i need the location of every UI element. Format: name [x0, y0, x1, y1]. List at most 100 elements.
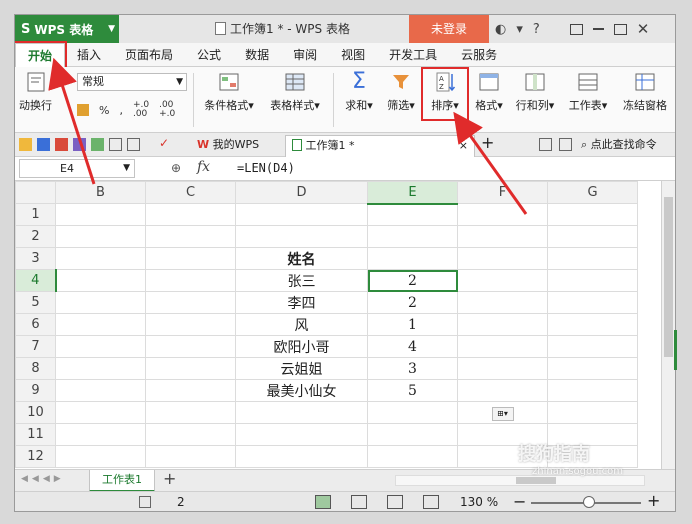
zoom-level[interactable]: 130 % — [460, 495, 498, 509]
cell[interactable] — [145, 291, 236, 314]
row-header[interactable]: 9 — [15, 379, 56, 402]
tab-insert[interactable]: 插入 — [65, 43, 113, 67]
cell[interactable] — [547, 247, 638, 270]
cell[interactable]: ⊞▾ — [457, 401, 548, 424]
skin-icon[interactable]: ◐ — [495, 22, 506, 37]
cell[interactable] — [547, 269, 638, 292]
help-button[interactable]: ? — [533, 22, 540, 37]
cell[interactable] — [367, 423, 458, 446]
cell[interactable] — [55, 313, 146, 336]
cell-table[interactable]: B C D E F G 1 2 3 姓名 4 张三 2 5 李四 2 6风1 7 欧阳小哥 4… — [15, 181, 638, 468]
cell[interactable] — [547, 313, 638, 336]
table-style-button[interactable]: 表格样式▾ — [265, 71, 325, 113]
print-preview-icon[interactable] — [91, 138, 104, 151]
cell-length[interactable]: 3 — [367, 357, 458, 380]
cell[interactable] — [457, 247, 548, 270]
vertical-scrollbar[interactable] — [661, 181, 675, 469]
cell[interactable] — [145, 335, 236, 358]
close-icon[interactable]: ✕ — [637, 20, 650, 38]
maximize-icon[interactable] — [613, 23, 627, 35]
restore-icon[interactable] — [569, 23, 583, 35]
cell[interactable] — [145, 225, 236, 248]
cell-length[interactable]: 4 — [367, 335, 458, 358]
cell[interactable] — [145, 423, 236, 446]
worksheet-button[interactable]: 工作表▾ — [565, 71, 611, 113]
reading-view-icon[interactable] — [423, 495, 439, 509]
cell[interactable] — [55, 269, 146, 292]
cell-name[interactable]: 欧阳小哥 — [235, 335, 368, 358]
cell[interactable] — [55, 291, 146, 314]
cell-length[interactable]: 5 — [367, 379, 458, 402]
open-folder-icon[interactable] — [19, 138, 32, 151]
cell[interactable] — [145, 269, 236, 292]
row-header[interactable]: 11 — [15, 423, 56, 446]
cell[interactable] — [547, 379, 638, 402]
page-layout-view-icon[interactable] — [387, 495, 403, 509]
sheet-tab-1[interactable]: 工作表1 — [89, 470, 155, 492]
cell[interactable] — [457, 313, 548, 336]
row-header[interactable]: 2 — [15, 225, 56, 248]
shirt-icon[interactable]: ▾ — [516, 22, 523, 37]
zoom-in-button[interactable]: + — [647, 491, 660, 510]
normal-view-icon[interactable] — [315, 495, 331, 509]
add-sheet-button[interactable]: + — [163, 469, 176, 488]
checkmark-icon[interactable]: ✓ — [159, 136, 172, 150]
tab-data[interactable]: 数据 — [233, 43, 281, 67]
formula-input[interactable]: =LEN(D4) — [237, 161, 295, 175]
select-all-corner[interactable] — [15, 181, 56, 204]
spreadsheet-grid[interactable]: B C D E F G 1 2 3 姓名 4 张三 2 5 李四 2 6风1 7 欧阳小哥 4… — [15, 181, 661, 469]
column-header-d[interactable]: D — [235, 181, 368, 204]
row-header[interactable]: 12 — [15, 445, 56, 468]
undo-icon[interactable] — [109, 138, 122, 151]
cell-length-active[interactable]: 2 — [367, 269, 458, 292]
column-header-f[interactable]: F — [457, 181, 548, 204]
cell[interactable] — [55, 357, 146, 380]
conditional-format-button[interactable]: 条件格式▾ — [201, 71, 257, 113]
cell[interactable] — [547, 357, 638, 380]
tab-formulas[interactable]: 公式 — [185, 43, 233, 67]
cell[interactable] — [367, 225, 458, 248]
row-col-button[interactable]: 行和列▾ — [513, 71, 557, 113]
tab-home[interactable]: 开始 — [15, 40, 68, 69]
cell[interactable] — [55, 203, 146, 226]
pdf-icon[interactable] — [55, 138, 68, 151]
print-icon[interactable] — [73, 138, 86, 151]
cell[interactable] — [55, 379, 146, 402]
cell[interactable] — [457, 357, 548, 380]
row-header[interactable]: 5 — [15, 291, 56, 314]
app-menu-button[interactable]: S WPS 表格 ▼ — [15, 15, 119, 43]
login-button[interactable]: 未登录 — [409, 15, 489, 43]
cell[interactable] — [457, 335, 548, 358]
autofill-options-icon[interactable]: ⊞▾ — [491, 407, 514, 421]
row-header[interactable]: 3 — [15, 247, 56, 270]
minimize-icon[interactable] — [592, 28, 604, 30]
cell[interactable] — [457, 291, 548, 314]
cell[interactable] — [547, 203, 638, 226]
cell-name[interactable]: 风 — [235, 313, 368, 336]
cell[interactable] — [145, 313, 236, 336]
share-icon[interactable] — [539, 138, 552, 151]
tab-review[interactable]: 审阅 — [281, 43, 329, 67]
cell[interactable] — [235, 203, 368, 226]
tab-my-wps[interactable]: W 我的WPS — [191, 135, 265, 157]
cell[interactable] — [55, 335, 146, 358]
percent-button[interactable]: % — [99, 104, 109, 117]
cell[interactable] — [367, 203, 458, 226]
save-icon[interactable] — [37, 138, 50, 151]
sort-button[interactable]: AZ 排序▾ — [421, 67, 469, 121]
cell[interactable] — [235, 423, 368, 446]
cell[interactable] — [55, 423, 146, 446]
add-tab-icon[interactable]: + — [481, 133, 494, 152]
cell-name[interactable]: 云姐姐 — [235, 357, 368, 380]
name-box[interactable]: E4 ▼ — [19, 159, 135, 178]
tab-view[interactable]: 视图 — [329, 43, 377, 67]
cell[interactable] — [235, 445, 368, 468]
tab-workbook[interactable]: 工作簿1 * × — [285, 135, 475, 157]
row-header[interactable]: 6 — [15, 313, 56, 336]
cell[interactable] — [457, 225, 548, 248]
cell[interactable] — [145, 203, 236, 226]
cell[interactable] — [55, 401, 146, 424]
cell-length[interactable]: 2 — [367, 291, 458, 314]
sheet-nav-arrows-icon[interactable]: ◀◀◀▶ — [21, 474, 65, 484]
cell-name[interactable]: 李四 — [235, 291, 368, 314]
